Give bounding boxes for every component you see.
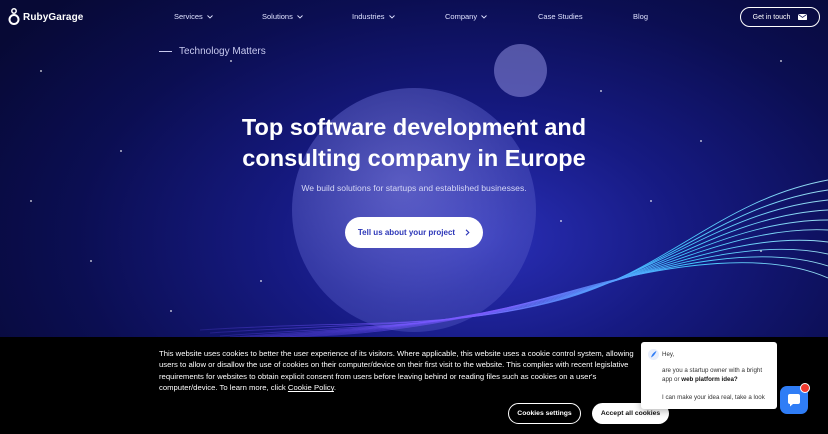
chat-greeting: Hey, xyxy=(662,351,675,358)
chat-popup[interactable]: Hey, are you a startup owner with a brig… xyxy=(641,342,777,409)
decorative-circle-small xyxy=(494,44,547,97)
chevron-right-icon xyxy=(465,229,470,236)
chat-agent-avatar-icon xyxy=(648,349,659,360)
hero-title-line2: consulting company in Europe xyxy=(242,145,586,171)
chevron-down-icon xyxy=(388,14,395,19)
cookie-notice-text: This website uses cookies to better the … xyxy=(159,348,634,394)
eyebrow-text: Technology Matters xyxy=(179,46,266,57)
nav-item-company[interactable]: Company xyxy=(445,12,487,21)
get-in-touch-button[interactable]: Get in touch xyxy=(740,7,820,27)
site-header: RubyGarage Services Solutions Industries… xyxy=(0,0,828,34)
rubygarage-logo-icon xyxy=(8,8,20,25)
cookies-settings-button[interactable]: Cookies settings xyxy=(508,403,581,424)
chat-notification-badge xyxy=(800,383,810,393)
nav-item-label: Services xyxy=(174,12,203,21)
cta-label: Tell us about your project xyxy=(357,228,456,237)
hero-eyebrow: Technology Matters xyxy=(159,46,266,57)
cookie-notice-suffix: . xyxy=(333,383,337,393)
nav-item-label: Solutions xyxy=(262,12,293,21)
chat-message-offer: I can make your idea real, take a look xyxy=(662,394,765,401)
chat-message-question: are you a startup owner with a bright ap… xyxy=(662,367,774,384)
get-in-touch-label: Get in touch xyxy=(752,13,791,21)
nav-item-label: Company xyxy=(445,12,478,21)
chevron-down-icon xyxy=(297,14,303,19)
cookie-policy-link[interactable]: Cookie Policy xyxy=(288,383,334,392)
cookie-notice-body: This website uses cookies to better the … xyxy=(159,349,634,393)
chevron-down-icon xyxy=(206,14,213,19)
nav-item-blog[interactable]: Blog xyxy=(633,12,648,21)
nav-item-industries[interactable]: Industries xyxy=(352,12,395,21)
nav-item-services[interactable]: Services xyxy=(174,12,213,21)
chat-bubble-icon xyxy=(788,394,800,407)
nav-item-solutions[interactable]: Solutions xyxy=(262,12,303,21)
hero-title: Top software development and consulting … xyxy=(200,112,628,174)
nav-item-label: Industries xyxy=(352,12,385,21)
chat-question-bold: web platform idea? xyxy=(681,375,738,383)
hero-subtitle: We build solutions for startups and esta… xyxy=(301,183,527,193)
hero-title-line1: Top software development and xyxy=(241,114,587,140)
brand-logo[interactable]: RubyGarage xyxy=(8,8,83,26)
brand-name: RubyGarage xyxy=(23,11,84,23)
chevron-down-icon xyxy=(481,14,487,19)
nav-item-label: Case Studies xyxy=(538,12,583,21)
tell-us-about-project-button[interactable]: Tell us about your project xyxy=(345,217,483,248)
mail-icon xyxy=(798,14,808,20)
nav-item-label: Blog xyxy=(633,12,649,21)
eyebrow-line xyxy=(159,51,172,52)
nav-item-case-studies[interactable]: Case Studies xyxy=(538,12,583,21)
